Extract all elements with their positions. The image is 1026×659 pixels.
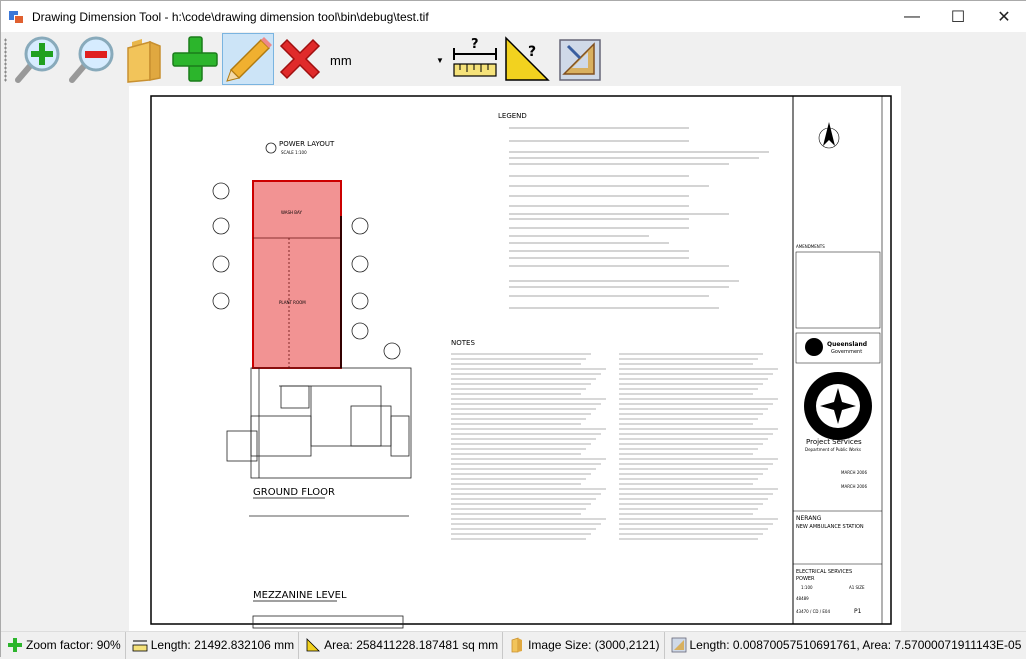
status-zoom: Zoom factor: 90%: [1, 631, 126, 659]
calibration-text: Length: 0.00870057510691761, Area: 7.570…: [689, 638, 1022, 652]
power-label: POWER: [796, 576, 815, 582]
legend-title: LEGEND: [498, 112, 527, 120]
folder-icon: [511, 637, 523, 653]
plant-room-label: PLANT ROOM: [279, 300, 306, 305]
wash-bay-label: WASH BAY: [281, 210, 302, 215]
queensland-label: Queensland: [827, 341, 867, 348]
draw-button[interactable]: [222, 33, 274, 85]
unit-select[interactable]: mm ▼: [326, 49, 448, 71]
ground-floor-label: GROUND FLOOR: [253, 487, 335, 498]
title-bar: Drawing Dimension Tool - h:\code\drawing…: [1, 1, 1026, 32]
area-text: Area: 258411228.187481 sq mm: [324, 638, 499, 652]
zoom-out-button[interactable]: [65, 33, 117, 85]
open-button[interactable]: [119, 33, 171, 85]
canvas-area[interactable]: POWER LAYOUT SCALE 1:100 WASH BAY PLANT …: [1, 86, 1026, 631]
amendments-label: AMENDMENTS: [796, 244, 825, 249]
power-layout-title: POWER LAYOUT: [279, 140, 335, 148]
app-icon: [9, 9, 25, 25]
status-length: Length: 21492.832106 mm: [126, 631, 300, 659]
sheet-rev-label: P1: [854, 608, 862, 615]
length-text: Length: 21492.832106 mm: [150, 638, 295, 652]
new-station-label: NEW AMBULANCE STATION: [796, 524, 864, 530]
nerang-label: NERANG: [796, 515, 822, 522]
march-b-label: MARCH 2006: [841, 484, 867, 489]
size-label: A1 SIZE: [849, 585, 865, 590]
dept-label: Department of Public Works: [805, 447, 861, 452]
government-label: Government: [831, 349, 862, 355]
window-title: Drawing Dimension Tool - h:\code\drawing…: [32, 9, 429, 24]
close-icon: ✕: [997, 8, 1011, 26]
triangle-icon: ?: [505, 36, 550, 81]
legend-rows: [509, 127, 769, 309]
pencil-icon: [226, 37, 272, 82]
project-services-label: Project Services: [806, 438, 862, 446]
status-calibration: Length: 0.00870057510691761, Area: 7.570…: [665, 632, 1026, 659]
zoom-in-icon: [15, 36, 60, 83]
drafting-icon: [671, 637, 686, 653]
ruler-icon: ?: [453, 37, 497, 77]
app-window: Drawing Dimension Tool - h:\code\drawing…: [0, 0, 1026, 659]
maximize-button[interactable]: ☐: [935, 1, 981, 32]
add-button[interactable]: [169, 33, 221, 85]
notes-text: [451, 353, 778, 540]
status-bar: Zoom factor: 90% Length: 21492.832106 mm…: [1, 631, 1026, 659]
job-no-label: 48489: [796, 596, 809, 601]
drawing-no-label: 43470 / CD / E04: [796, 609, 830, 614]
power-layout-scale: SCALE 1:100: [281, 150, 307, 155]
folder-icon: [127, 39, 161, 83]
march-a-label: MARCH 2006: [841, 470, 867, 475]
zoom-factor-text: Zoom factor: 90%: [26, 638, 121, 652]
notes-title: NOTES: [451, 339, 475, 347]
floor-plan: [212, 142, 412, 629]
plus-icon: [172, 36, 218, 82]
canvas-right-margin: [901, 86, 1026, 631]
triangle-icon: [306, 638, 321, 652]
minimize-button[interactable]: —: [889, 1, 935, 32]
elec-services-label: ELECTRICAL SERVICES: [796, 569, 852, 575]
svg-text:?: ?: [528, 44, 536, 60]
close-button[interactable]: ✕: [981, 1, 1026, 32]
scale-label: 1:100: [801, 585, 813, 590]
drawing-page[interactable]: POWER LAYOUT SCALE 1:100 WASH BAY PLANT …: [129, 86, 901, 631]
maximize-icon: ☐: [950, 8, 966, 26]
minimize-icon: —: [904, 7, 920, 25]
toolbar-grip[interactable]: [4, 38, 7, 82]
measure-area-button[interactable]: ?: [501, 33, 553, 85]
measure-length-button[interactable]: ?: [449, 33, 501, 85]
image-size-text: Image Size: (3000,2121): [528, 638, 660, 652]
mezzanine-label: MEZZANINE LEVEL: [253, 590, 347, 601]
ruler-icon: [132, 640, 148, 652]
zoom-out-icon: [69, 36, 114, 83]
drafting-icon: [559, 39, 601, 81]
title-block: AMENDMENTS Queensland Government Project…: [793, 122, 882, 615]
zoom-icon: [8, 638, 22, 652]
toolbar: ? ?: [1, 32, 1026, 86]
svg-text:?: ?: [471, 37, 479, 52]
unit-select-value: mm: [330, 52, 352, 68]
status-image-size: Image Size: (3000,2121): [503, 631, 665, 659]
status-area: Area: 258411228.187481 sq mm: [299, 631, 504, 659]
drawing-image[interactable]: POWER LAYOUT SCALE 1:100 WASH BAY PLANT …: [129, 86, 901, 631]
calibrate-button[interactable]: [553, 33, 605, 85]
chevron-down-icon: ▼: [436, 55, 444, 65]
delete-button[interactable]: [274, 33, 326, 85]
zoom-in-button[interactable]: [11, 33, 63, 85]
x-icon: [279, 38, 321, 80]
